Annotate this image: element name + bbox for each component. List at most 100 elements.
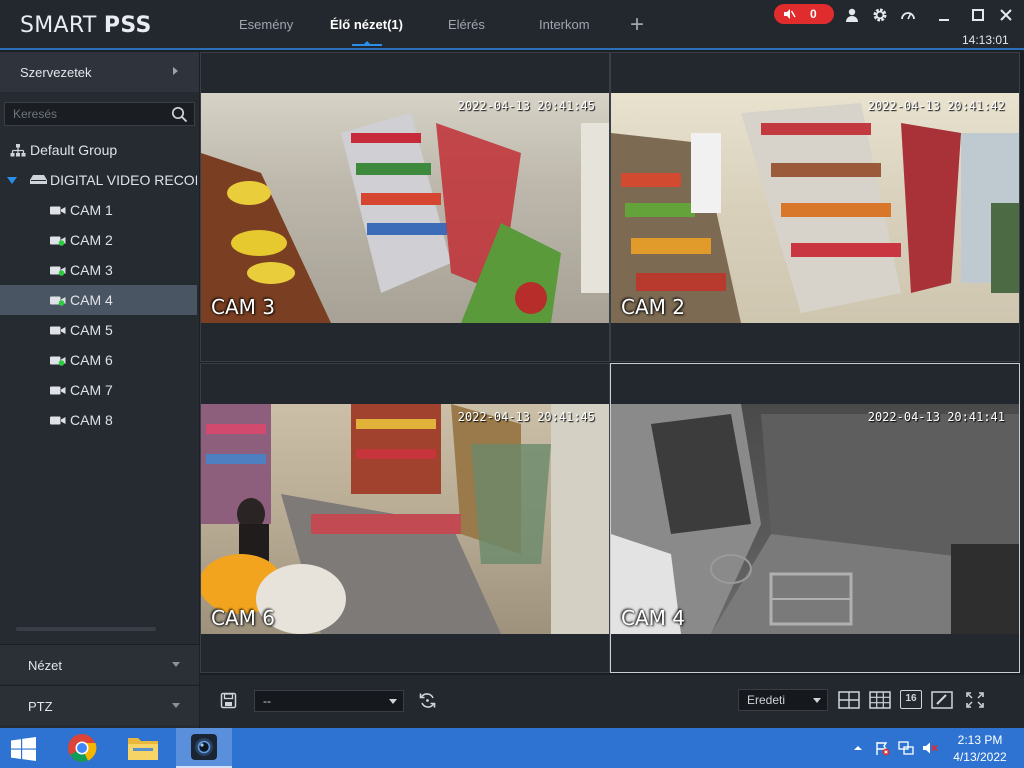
tab-interkom[interactable]: Interkom <box>539 17 590 32</box>
chevron-down-icon <box>389 699 397 704</box>
action-center-flag-icon[interactable] <box>874 740 890 756</box>
split-4-icon[interactable] <box>838 690 860 710</box>
view-select[interactable]: -- <box>254 690 404 712</box>
camera-label: CAM 6 <box>70 352 113 368</box>
camera-online-icon <box>50 296 66 306</box>
camera-scene <box>611 103 1019 323</box>
camera-label: CAM 3 <box>70 262 113 278</box>
search-input[interactable] <box>13 106 163 122</box>
video-camera-label: CAM 3 <box>211 295 275 319</box>
volume-muted-icon[interactable] <box>922 740 938 756</box>
gear-icon[interactable] <box>872 7 888 23</box>
camera-icon <box>50 326 66 335</box>
fullscreen-icon[interactable] <box>964 690 986 710</box>
refresh-icon[interactable] <box>418 691 437 710</box>
chrome-icon <box>68 734 97 762</box>
windows-start-icon[interactable] <box>0 728 48 768</box>
video-feed: 2022-04-13 20:41:41 CAM 4 <box>611 404 1019 634</box>
tree-camera-8[interactable]: CAM 8 <box>0 405 197 435</box>
camera-label: CAM 2 <box>70 232 113 248</box>
camera-icon <box>50 206 66 215</box>
video-cell-1[interactable]: 2022-04-13 20:41:45 CAM 3 <box>200 52 610 362</box>
taskbar-smart-pss[interactable] <box>176 728 232 768</box>
camera-icon <box>50 416 66 425</box>
smart-pss-app-icon <box>191 734 217 760</box>
sidebar-scrollbar[interactable] <box>16 627 156 631</box>
video-cell-2[interactable]: 2022-04-13 20:41:42 CAM 2 <box>610 52 1020 362</box>
taskbar-time[interactable]: 2:13 PM <box>950 733 1010 747</box>
tree-camera-4[interactable]: CAM 4 <box>0 285 197 315</box>
chevron-right-icon <box>173 67 178 75</box>
chevron-down-icon <box>813 698 821 703</box>
tree-camera-7[interactable]: CAM 7 <box>0 375 197 405</box>
active-tab-arrow <box>362 41 372 46</box>
chevron-down-icon <box>172 703 180 708</box>
video-camera-label: CAM 4 <box>621 606 685 630</box>
camera-online-icon <box>50 236 66 246</box>
camera-label: CAM 8 <box>70 412 113 428</box>
tray-expand-icon[interactable] <box>850 740 866 756</box>
device-label: DIGITAL VIDEO RECORDER <box>50 172 197 188</box>
video-timestamp: 2022-04-13 20:41:41 <box>867 410 1005 424</box>
tab-esemeny[interactable]: Esemény <box>239 17 293 32</box>
live-view-toolbar: -- Eredeti 16 <box>200 675 1024 728</box>
alarm-button[interactable]: 0 <box>774 4 834 24</box>
view-select-value: -- <box>263 694 271 708</box>
split-16-button[interactable]: 16 <box>900 690 922 709</box>
org-tree-icon <box>10 144 26 157</box>
ptz-panel-label: PTZ <box>28 699 53 714</box>
save-view-icon[interactable] <box>220 692 237 709</box>
view-panel-label: Nézet <box>28 658 62 673</box>
video-cell-4[interactable]: 2022-04-13 20:41:41 CAM 4 <box>610 363 1020 673</box>
system-clock: 14:13:01 <box>962 33 1009 47</box>
user-icon[interactable] <box>844 7 860 23</box>
network-icon[interactable] <box>898 740 914 756</box>
camera-label: CAM 1 <box>70 202 113 218</box>
view-panel-header[interactable]: Nézet <box>0 644 199 684</box>
video-timestamp: 2022-04-13 20:41:42 <box>867 99 1005 113</box>
video-feed: 2022-04-13 20:41:45 CAM 6 <box>201 404 609 634</box>
device-sidebar: Szervezetek Default Group <box>0 52 199 728</box>
performance-gauge-icon[interactable] <box>900 7 916 23</box>
tree-device-dvr[interactable]: DIGITAL VIDEO RECORDER <box>0 165 197 195</box>
tree-camera-2[interactable]: CAM 2 <box>0 225 197 255</box>
organization-header[interactable]: Szervezetek <box>0 52 199 92</box>
search-box <box>4 102 195 126</box>
minimize-icon[interactable] <box>936 7 952 23</box>
search-icon[interactable] <box>171 106 188 123</box>
split-9-icon[interactable] <box>869 690 891 710</box>
camera-label: CAM 4 <box>70 292 113 308</box>
tree-group-default[interactable]: Default Group <box>0 135 197 165</box>
expand-triangle-icon[interactable] <box>7 177 17 184</box>
video-feed: 2022-04-13 20:41:45 CAM 3 <box>201 93 609 323</box>
tab-eleres[interactable]: Elérés <box>448 17 485 32</box>
tab-elo-nezet[interactable]: Élő nézet(1) <box>330 17 403 32</box>
video-cell-3[interactable]: 2022-04-13 20:41:45 CAM 6 <box>200 363 610 673</box>
camera-online-icon <box>50 266 66 276</box>
close-icon[interactable] <box>998 7 1014 23</box>
maximize-icon[interactable] <box>970 7 986 23</box>
app-logo: SMART PSS <box>20 13 152 38</box>
aspect-ratio-select[interactable]: Eredeti <box>738 689 828 711</box>
camera-icon <box>50 386 66 395</box>
ptz-panel-header[interactable]: PTZ <box>0 685 199 725</box>
tree-camera-1[interactable]: CAM 1 <box>0 195 197 225</box>
custom-split-edit-icon[interactable] <box>931 690 953 710</box>
tree-camera-3[interactable]: CAM 3 <box>0 255 197 285</box>
tree-camera-6[interactable]: CAM 6 <box>0 345 197 375</box>
taskbar-date[interactable]: 4/13/2022 <box>946 750 1014 764</box>
tree-camera-5[interactable]: CAM 5 <box>0 315 197 345</box>
video-timestamp: 2022-04-13 20:41:45 <box>457 99 595 113</box>
chevron-down-icon <box>172 662 180 667</box>
camera-scene <box>201 404 609 634</box>
title-bar: SMART PSS Esemény Élő nézet(1) Elérés In… <box>0 0 1024 50</box>
group-label: Default Group <box>30 142 118 158</box>
video-camera-label: CAM 2 <box>621 295 685 319</box>
video-camera-label: CAM 6 <box>211 606 275 630</box>
aspect-ratio-value: Eredeti <box>747 693 786 707</box>
taskbar-chrome[interactable] <box>54 728 110 768</box>
folder-icon <box>128 738 158 760</box>
alarm-count: 0 <box>810 7 817 21</box>
add-tab-button[interactable]: + <box>630 12 644 38</box>
taskbar-file-explorer[interactable] <box>116 728 172 768</box>
